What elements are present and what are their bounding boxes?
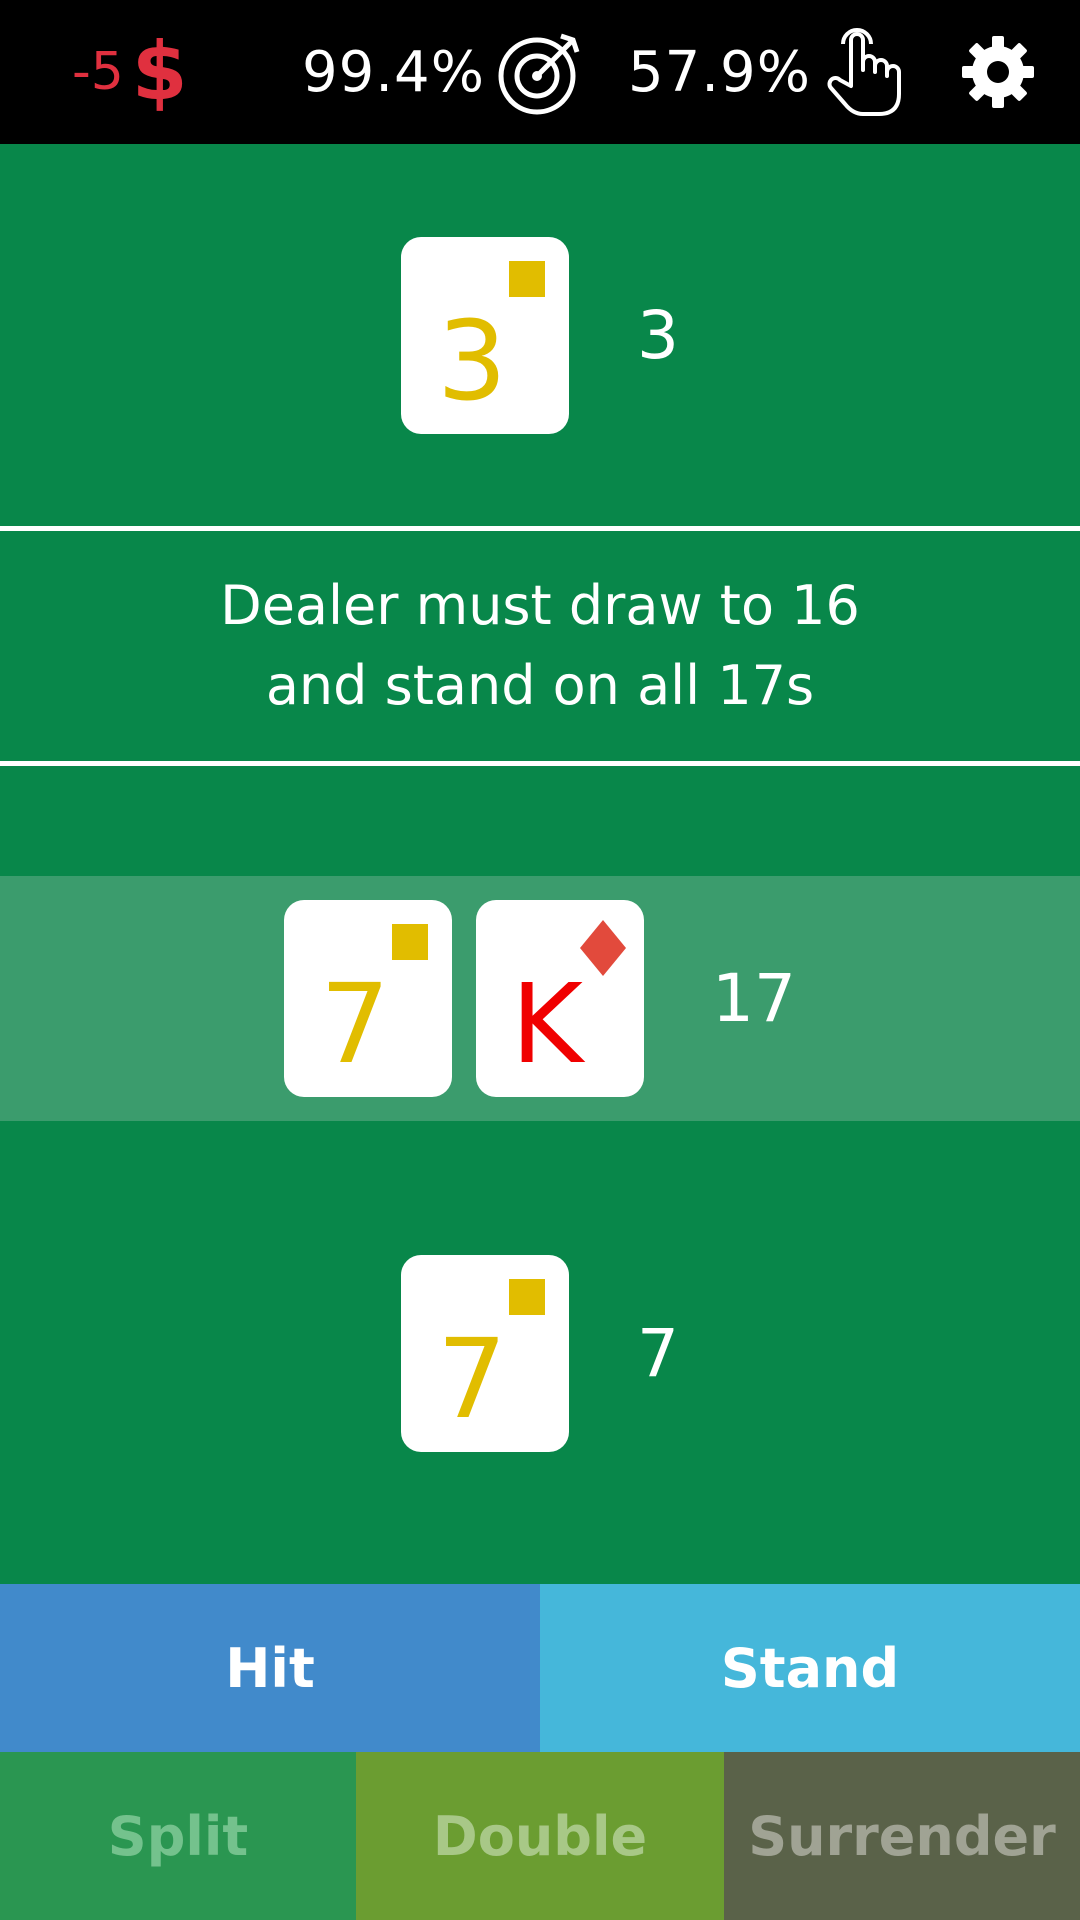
rule-text-line-2: and stand on all 17s <box>265 654 815 717</box>
stand-button[interactable]: Stand <box>540 1584 1080 1752</box>
balance-value: -5 <box>72 42 124 102</box>
player-hand-cards: 7 K 17 <box>0 900 1080 1097</box>
dealer-hand: 3 3 <box>0 237 1080 434</box>
rule-text: Dealer must draw to 16 and stand on all … <box>40 566 1040 726</box>
rule-text-line-1: Dealer must draw to 16 <box>220 574 860 637</box>
card-rank: 7 <box>320 960 390 1088</box>
rule-banner: Dealer must draw to 16 and stand on all … <box>0 531 1080 761</box>
diamond-suit-icon <box>580 920 626 976</box>
gear-icon[interactable] <box>960 34 1036 110</box>
divider <box>0 761 1080 766</box>
win-rate-display: 57.9% <box>628 0 901 144</box>
square-suit-icon <box>392 924 428 960</box>
card-rank: 3 <box>437 297 507 425</box>
player-hand-active[interactable]: 7 K 17 <box>0 876 1080 1121</box>
hit-button[interactable]: Hit <box>0 1584 540 1752</box>
playing-card: K <box>476 900 644 1097</box>
balance-display: -5 $ <box>72 0 188 144</box>
dealer-total: 3 <box>637 297 679 374</box>
dealer-hand-area: 3 3 <box>0 144 1080 526</box>
playing-card: 3 <box>401 237 569 434</box>
accuracy-display: 99.4% <box>302 0 587 144</box>
player-hand-total: 7 <box>637 1315 679 1392</box>
status-bar: -5 $ 99.4% 57.9% <box>0 0 1080 144</box>
player-hand-second[interactable]: 7 7 <box>0 1121 1080 1584</box>
split-button[interactable]: Split <box>0 1752 356 1920</box>
win-rate-value: 57.9% <box>628 39 811 105</box>
square-suit-icon <box>509 261 545 297</box>
card-rank: K <box>510 960 584 1088</box>
square-suit-icon <box>509 1279 545 1315</box>
surrender-button[interactable]: Surrender <box>724 1752 1080 1920</box>
player-hand-total: 17 <box>712 960 796 1037</box>
double-button[interactable]: Double <box>356 1752 724 1920</box>
tap-hand-icon <box>827 28 901 116</box>
card-rank: 7 <box>437 1315 507 1443</box>
playing-card: 7 <box>284 900 452 1097</box>
dollar-icon: $ <box>131 25 188 118</box>
accuracy-value: 99.4% <box>302 39 485 105</box>
player-hand-cards: 7 7 <box>0 1255 1080 1452</box>
target-icon <box>498 33 580 115</box>
playing-card: 7 <box>401 1255 569 1452</box>
